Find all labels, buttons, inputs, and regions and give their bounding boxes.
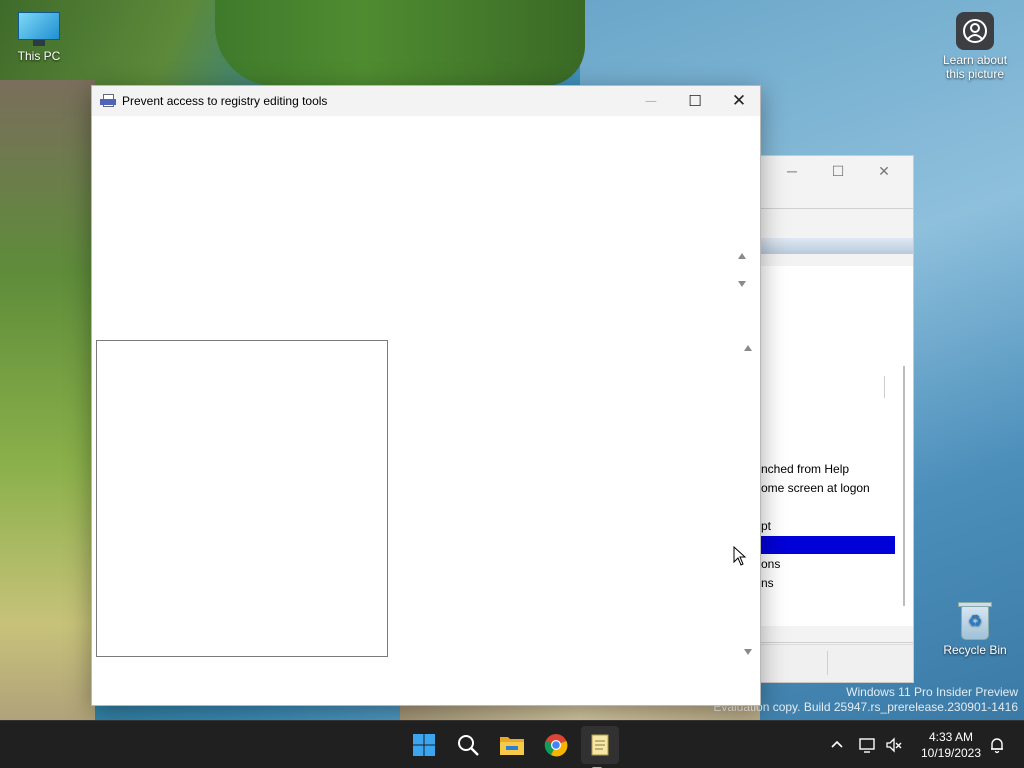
volume-muted-icon — [886, 737, 902, 753]
folder-icon — [500, 737, 524, 755]
policy-dialog[interactable]: Prevent access to registry editing tools… — [91, 85, 761, 706]
minimize-button[interactable]: ─ — [628, 86, 674, 116]
desktop-icon-label: Recycle Bin — [943, 643, 1007, 657]
wallpaper-cliff-top — [215, 0, 585, 86]
taskbar-start-button[interactable] — [408, 729, 440, 761]
recycle-bin-icon: ♻ — [958, 600, 992, 640]
list-item[interactable]: ns — [761, 574, 881, 593]
this-pc-icon — [18, 12, 60, 46]
bg-close-button[interactable]: ✕ — [861, 163, 907, 180]
camera-info-icon — [956, 12, 994, 50]
dialog-titlebar[interactable]: Prevent access to registry editing tools… — [92, 86, 760, 116]
desktop-icon-this-pc[interactable]: This PC — [0, 12, 78, 63]
tray-network-button[interactable] — [858, 721, 878, 768]
chevron-up-icon — [831, 740, 843, 748]
options-pane — [96, 340, 388, 657]
wallpaper-cliff-left — [0, 80, 95, 720]
list-item[interactable]: pt — [761, 517, 881, 536]
bg-minimize-button[interactable]: ─ — [769, 163, 815, 179]
clock-time: 4:33 AM — [928, 730, 974, 744]
list-item[interactable]: ons — [761, 555, 881, 574]
desktop-icon-learn-about-picture[interactable]: Learn about this picture — [936, 12, 1014, 81]
list-item[interactable]: nched from Help — [761, 460, 881, 479]
mouse-cursor-icon — [733, 546, 747, 566]
list-item-selected[interactable] — [761, 536, 895, 554]
policy-icon — [100, 93, 116, 109]
bg-window-titlebar[interactable]: ─ ☐ ✕ — [761, 156, 913, 186]
background-window[interactable]: ─ ☐ ✕ nched from Help ome screen at logo… — [760, 155, 914, 683]
notepad-icon — [591, 734, 609, 756]
network-icon — [859, 738, 875, 753]
bg-maximize-button[interactable]: ☐ — [815, 163, 861, 180]
maximize-button[interactable]: ☐ — [672, 86, 718, 116]
bg-list-pane: nched from Help ome screen at logon pt o… — [761, 266, 913, 626]
upper-scrollbar[interactable] — [735, 249, 749, 291]
bg-column-header — [761, 238, 913, 254]
desktop-icon-label: Learn about this picture — [942, 53, 1008, 81]
taskbar-notepad[interactable] — [581, 726, 619, 768]
taskbar-file-explorer[interactable] — [496, 729, 528, 761]
clock-date: 10/19/2023 — [920, 746, 982, 760]
notifications-button[interactable] — [988, 721, 1006, 768]
taskbar-chrome[interactable] — [540, 729, 572, 761]
taskbar-clock[interactable]: 4:33 AM 10/19/2023 — [915, 729, 987, 761]
search-icon — [458, 735, 479, 756]
scroll-up-arrow-icon[interactable] — [744, 345, 752, 351]
tray-volume-button[interactable] — [884, 721, 904, 768]
list-item[interactable]: ome screen at logon — [761, 479, 881, 498]
bell-icon — [991, 738, 1003, 754]
help-scrollbar[interactable] — [741, 341, 755, 659]
bg-toolbar-divider — [761, 208, 914, 209]
taskbar: 4:33 AM 10/19/2023 — [0, 720, 1024, 768]
windows-logo-icon — [413, 734, 435, 756]
scroll-up-arrow-icon[interactable] — [738, 253, 746, 259]
close-button[interactable]: ✕ — [716, 86, 762, 116]
bg-scrollbar[interactable] — [903, 366, 905, 606]
taskbar-search-button[interactable] — [452, 729, 484, 761]
desktop-icon-recycle-bin[interactable]: ♻ Recycle Bin — [936, 600, 1014, 657]
scroll-down-arrow-icon[interactable] — [738, 281, 746, 287]
bg-status-bar — [761, 644, 913, 682]
scroll-down-arrow-icon[interactable] — [744, 649, 752, 655]
tray-overflow-button[interactable] — [828, 721, 846, 768]
desktop-icon-label: This PC — [17, 49, 61, 63]
chrome-icon — [544, 734, 568, 757]
dialog-title: Prevent access to registry editing tools — [122, 94, 328, 108]
